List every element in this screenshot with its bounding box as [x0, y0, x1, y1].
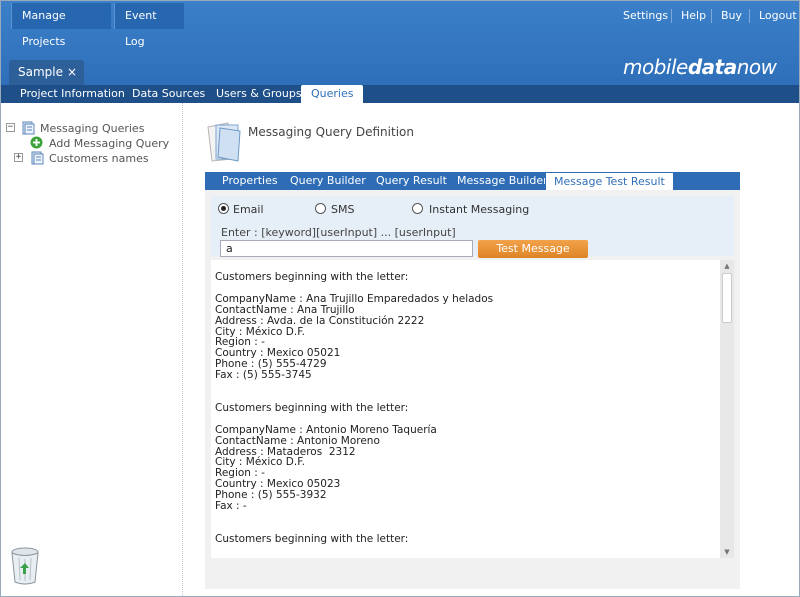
- keyword-format-label: Enter : [keyword][userInput] ... [userIn…: [221, 226, 456, 239]
- page-title: Messaging Query Definition: [248, 125, 414, 139]
- instant-messaging-radio-label: Instant Messaging: [429, 203, 530, 216]
- logo-part: now: [736, 55, 777, 79]
- sms-radio-label: SMS: [331, 203, 355, 216]
- result-output: Customers beginning with the letter: Com…: [211, 260, 720, 558]
- result-scrollbar[interactable]: ▲ ▼: [720, 260, 734, 558]
- result-text: Customers beginning with the letter: Com…: [215, 271, 494, 545]
- tree-item-add-messaging-query[interactable]: Add Messaging Query: [49, 136, 169, 151]
- close-icon[interactable]: ×: [67, 60, 77, 85]
- instant-messaging-radio[interactable]: [412, 203, 423, 214]
- help-link[interactable]: Help: [681, 9, 706, 22]
- message-test-panel: Email SMS Instant Messaging Enter : [key…: [205, 190, 740, 589]
- separator: [749, 9, 750, 23]
- email-radio[interactable]: [218, 203, 229, 214]
- tab-message-test-result[interactable]: Message Test Result: [545, 172, 674, 190]
- query-tree: − Messaging Queries Add Messaging Query …: [1, 103, 183, 596]
- app-header: Manage Projects Event Log Settings Help …: [1, 1, 799, 85]
- logo-part: mobile: [623, 55, 688, 79]
- buy-link[interactable]: Buy: [721, 9, 742, 22]
- sms-radio[interactable]: [315, 203, 326, 214]
- scroll-thumb[interactable]: [722, 273, 732, 323]
- scroll-down-arrow-icon[interactable]: ▼: [720, 546, 734, 558]
- project-tab[interactable]: Sample ×: [9, 60, 84, 85]
- add-icon: [30, 136, 43, 149]
- subnav-queries[interactable]: Queries: [301, 85, 364, 103]
- separator: [711, 9, 712, 23]
- subnav-users-groups[interactable]: Users & Groups: [216, 85, 302, 103]
- tab-properties[interactable]: Properties: [222, 172, 278, 190]
- query-tabs: Properties Query Builder Query Result Me…: [205, 172, 740, 190]
- settings-link[interactable]: Settings: [623, 9, 668, 22]
- query-icon: [31, 151, 44, 165]
- test-message-input[interactable]: [220, 240, 473, 257]
- document-icon: [207, 122, 241, 162]
- test-message-button[interactable]: Test Message: [478, 240, 588, 258]
- sub-navigation: Project Information Data Sources Users &…: [1, 85, 799, 103]
- subnav-data-sources[interactable]: Data Sources: [132, 85, 205, 103]
- logo: mobiledatanow: [623, 55, 777, 79]
- tree-item-customers-names[interactable]: Customers names: [49, 151, 149, 166]
- logo-part: data: [687, 55, 737, 79]
- query-folder-icon: [22, 121, 35, 135]
- test-form: Email SMS Instant Messaging Enter : [key…: [211, 196, 734, 258]
- project-tab-label: Sample: [18, 65, 63, 79]
- logout-link[interactable]: Logout: [759, 9, 797, 22]
- tab-query-builder[interactable]: Query Builder: [290, 172, 366, 190]
- recycle-bin-icon[interactable]: [9, 546, 41, 586]
- tree-item-messaging-queries[interactable]: Messaging Queries: [40, 121, 144, 136]
- tab-query-result[interactable]: Query Result: [376, 172, 447, 190]
- event-log-button[interactable]: Event Log: [114, 3, 184, 48]
- subnav-project-information[interactable]: Project Information: [20, 85, 125, 103]
- collapse-icon[interactable]: −: [6, 123, 15, 132]
- separator: [671, 9, 672, 23]
- manage-projects-button[interactable]: Manage Projects: [11, 3, 111, 48]
- tab-message-builder[interactable]: Message Builder: [457, 172, 548, 190]
- email-radio-label: Email: [233, 203, 264, 216]
- scroll-up-arrow-icon[interactable]: ▲: [720, 260, 734, 272]
- expand-icon[interactable]: +: [14, 153, 23, 162]
